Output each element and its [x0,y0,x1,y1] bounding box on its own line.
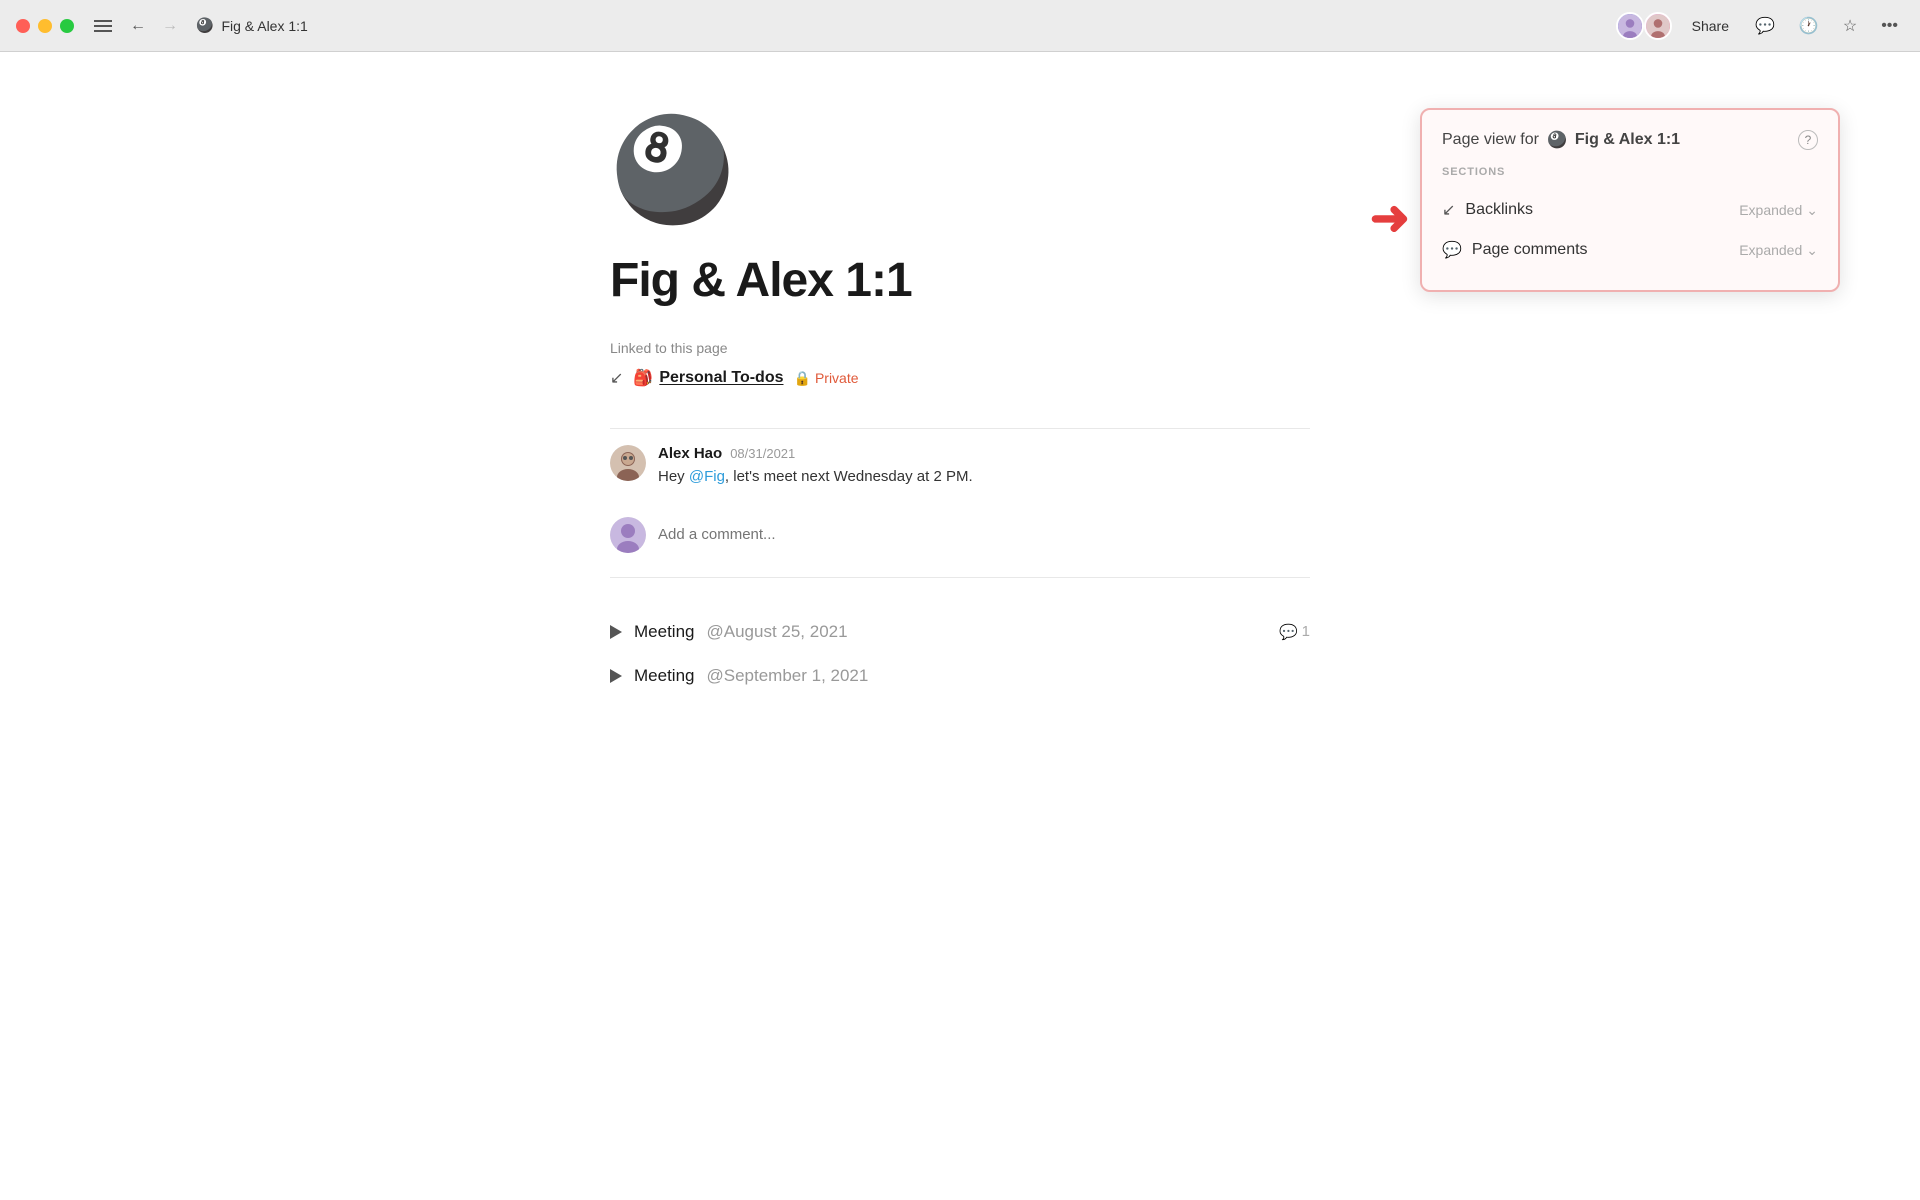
meeting-comment-count-1: 1 [1302,623,1310,640]
comment-text-after: , let's meet next Wednesday at 2 PM. [725,468,973,485]
backlink-arrow-icon: ↙ [610,368,623,388]
comment-date: 08/31/2021 [730,446,795,461]
current-user-avatar [610,517,646,553]
titlebar: ← → 🎱 Fig & Alex 1:1 Share [0,0,1920,52]
meeting-left-1: Meeting @August 25, 2021 [610,622,848,642]
section-left-backlinks: ↙ Backlinks [1442,200,1533,220]
divider-2 [610,577,1310,578]
linked-label: Linked to this page [610,340,1310,356]
avatar-fig [1616,12,1644,40]
meeting-comment-icon-1: 💬 [1279,623,1298,641]
section-right-backlinks: Expanded ⌄ [1739,202,1818,219]
popup-page-name: Fig & Alex 1:1 [1575,131,1680,149]
content-area: 🎱 Fig & Alex 1:1 Linked to this page ↙ 🎒… [0,52,1920,1200]
more-options-button[interactable]: ••• [1875,13,1904,39]
chevron-down-icon-backlinks: ⌄ [1806,202,1818,219]
nav-buttons: ← → [124,13,184,39]
avatars [1616,12,1672,40]
comment-header: Alex Hao 08/31/2021 [658,445,1310,462]
section-row-backlinks[interactable]: ↙ Backlinks Expanded ⌄ [1442,190,1818,230]
meeting-comments-1: 💬 1 [1279,623,1310,641]
add-comment-row [610,509,1310,561]
backlinks-state: Expanded [1739,202,1802,218]
linked-page-icon: 🎒 [633,368,653,388]
help-icon[interactable]: ? [1798,130,1818,150]
linked-items: ↙ 🎒 Personal To-dos 🔒 Private [610,368,1310,408]
backlinks-icon: ↙ [1442,200,1455,220]
chevron-down-icon-comments: ⌄ [1806,242,1818,259]
divider-1 [610,428,1310,429]
comment-text: Hey @Fig, let's meet next Wednesday at 2… [658,466,1310,489]
expand-icon-2 [610,669,622,683]
section-right-comments: Expanded ⌄ [1739,242,1818,259]
avatar-alex [1644,12,1672,40]
comments-state: Expanded [1739,242,1802,258]
meeting-date-2: @September 1, 2021 [706,666,868,686]
back-button[interactable]: ← [124,13,152,39]
page-title-text: Fig & Alex 1:1 [221,18,307,34]
meeting-item-1[interactable]: Meeting @August 25, 2021 💬 1 [610,610,1310,654]
page-title-bar: 🎱 Fig & Alex 1:1 [196,17,308,34]
traffic-lights [16,19,74,33]
page-comments-icon: 💬 [1442,240,1462,260]
section-row-comments[interactable]: 💬 Page comments Expanded ⌄ [1442,230,1818,270]
close-button[interactable] [16,19,30,33]
section-left-comments: 💬 Page comments [1442,240,1588,260]
page-view-popup[interactable]: Page view for 🎱 Fig & Alex 1:1 ? SECTION… [1420,108,1840,292]
page-heading: Fig & Alex 1:1 [610,253,1310,308]
comment-body: Alex Hao 08/31/2021 Hey @Fig, let's meet… [658,445,1310,489]
forward-button[interactable]: → [156,13,184,39]
commenter-avatar [610,445,646,481]
backlinks-label: Backlinks [1465,201,1533,219]
lock-icon: 🔒 [794,370,811,387]
private-badge: 🔒 Private [794,370,859,387]
popup-title-label: Page view for [1442,131,1539,149]
comment-item: Alex Hao 08/31/2021 Hey @Fig, let's meet… [610,445,1310,489]
comment-icon-button[interactable]: 💬 [1749,12,1781,40]
minimize-button[interactable] [38,19,52,33]
popup-title: Page view for 🎱 Fig & Alex 1:1 [1442,130,1680,150]
private-label: Private [815,370,859,386]
titlebar-right: Share 💬 🕐 ☆ ••• [1616,12,1904,40]
sections-label: SECTIONS [1442,166,1818,178]
linked-page-name[interactable]: Personal To-dos [659,369,783,387]
page-comments-label: Page comments [1472,241,1588,259]
meeting-date-1: @August 25, 2021 [706,622,847,642]
meetings-section: Meeting @August 25, 2021 💬 1 Meeting @Se… [610,610,1310,698]
meeting-item-2[interactable]: Meeting @September 1, 2021 [610,654,1310,698]
popup-page-icon: 🎱 [1547,130,1567,150]
meeting-name-2: Meeting [634,666,694,686]
maximize-button[interactable] [60,19,74,33]
meeting-left-2: Meeting @September 1, 2021 [610,666,868,686]
page-title-icon: 🎱 [196,17,213,34]
linked-page[interactable]: 🎒 Personal To-dos [633,368,783,388]
comment-text-before: Hey [658,468,689,485]
comment-mention: @Fig [689,468,725,485]
page-content: 🎱 Fig & Alex 1:1 Linked to this page ↙ 🎒… [530,52,1390,758]
popup-header: Page view for 🎱 Fig & Alex 1:1 ? [1442,130,1818,150]
menu-icon[interactable] [94,20,112,32]
meeting-name-1: Meeting [634,622,694,642]
history-button[interactable]: 🕐 [1793,12,1825,40]
page-icon: 🎱 [610,112,1310,229]
add-comment-input[interactable] [658,526,1310,543]
bookmark-button[interactable]: ☆ [1837,12,1863,40]
commenter-name: Alex Hao [658,445,722,462]
share-button[interactable]: Share [1684,14,1737,38]
comment-section: Alex Hao 08/31/2021 Hey @Fig, let's meet… [610,445,1310,561]
expand-icon-1 [610,625,622,639]
